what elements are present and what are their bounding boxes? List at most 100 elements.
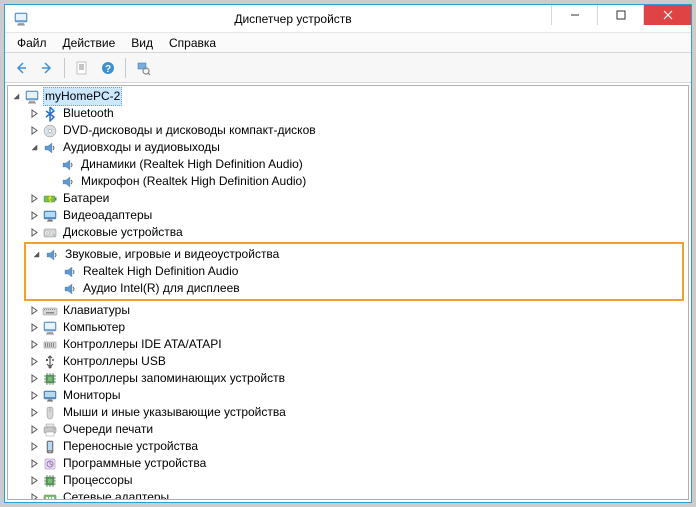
expander-closed-icon[interactable] (28, 407, 40, 419)
expander-closed-icon[interactable] (28, 373, 40, 385)
speaker-icon (44, 247, 60, 263)
speaker-icon (42, 140, 58, 156)
tree-item-mice[interactable]: Мыши и иные указывающие устройства (8, 404, 688, 421)
maximize-button[interactable] (597, 5, 643, 25)
tree-item-storage-controllers[interactable]: Контроллеры запоминающих устройств (8, 370, 688, 387)
chip-icon (42, 473, 58, 489)
menubar: Файл Действие Вид Справка (5, 33, 691, 53)
item-label: Контроллеры USB (61, 353, 168, 370)
expander-closed-icon[interactable] (28, 390, 40, 402)
item-label: Компьютер (61, 319, 127, 336)
item-label: Сетевые адаптеры (61, 489, 171, 500)
item-label: Очереди печати (61, 421, 155, 438)
usb-icon (42, 354, 58, 370)
separator (125, 58, 126, 78)
item-label: Аудиовходы и аудиовыходы (61, 139, 222, 156)
bluetooth-icon (42, 106, 58, 122)
expander-open-icon[interactable] (30, 249, 42, 261)
forward-button[interactable] (35, 56, 59, 80)
tree-item-microphone[interactable]: Микрофон (Realtek High Definition Audio) (8, 173, 688, 190)
help-button[interactable] (96, 56, 120, 80)
display-icon (42, 208, 58, 224)
menu-action[interactable]: Действие (55, 34, 124, 52)
expander-closed-icon[interactable] (28, 125, 40, 137)
tree-root[interactable]: myHomePC-2 (8, 88, 688, 105)
back-button[interactable] (9, 56, 33, 80)
tree-item-software-devices[interactable]: Программные устройства (8, 455, 688, 472)
item-label: Аудио Intel(R) для дисплеев (81, 280, 242, 297)
tree-item-network-adapters[interactable]: Сетевые адаптеры (8, 489, 688, 500)
tree-item-disk-drives[interactable]: Дисковые устройства (8, 224, 688, 241)
device-tree[interactable]: myHomePC-2 Bluetooth DVD-дисководы и дис… (7, 85, 689, 500)
speaker-icon (60, 157, 76, 173)
ide-icon (42, 337, 58, 353)
item-label: Программные устройства (61, 455, 208, 472)
tree-item-speakers[interactable]: Динамики (Realtek High Definition Audio) (8, 156, 688, 173)
item-label: Мыши и иные указывающие устройства (61, 404, 288, 421)
item-label: Видеоадаптеры (61, 207, 154, 224)
expander-closed-icon[interactable] (28, 305, 40, 317)
tree-item-portable-devices[interactable]: Переносные устройства (8, 438, 688, 455)
tree-item-batteries[interactable]: Батареи (8, 190, 688, 207)
scan-hardware-button[interactable] (131, 56, 155, 80)
expander-open-icon[interactable] (28, 142, 40, 154)
tree-item-dvd[interactable]: DVD-дисководы и дисководы компакт-дисков (8, 122, 688, 139)
expander-closed-icon[interactable] (28, 339, 40, 351)
expander-closed-icon[interactable] (28, 441, 40, 453)
expander-closed-icon[interactable] (28, 458, 40, 470)
tree-item-video-adapters[interactable]: Видеоадаптеры (8, 207, 688, 224)
titlebar[interactable]: Диспетчер устройств (5, 5, 691, 33)
tree-item-audio-io[interactable]: Аудиовходы и аудиовыходы (8, 139, 688, 156)
item-label: Микрофон (Realtek High Definition Audio) (79, 173, 308, 190)
close-button[interactable] (643, 5, 691, 25)
tree-item-ide-controllers[interactable]: Контроллеры IDE ATA/ATAPI (8, 336, 688, 353)
menu-view[interactable]: Вид (123, 34, 161, 52)
software-icon (42, 456, 58, 472)
root-label[interactable]: myHomePC-2 (43, 87, 122, 106)
item-label: Контроллеры IDE ATA/ATAPI (61, 336, 224, 353)
printer-icon (42, 422, 58, 438)
tree-item-usb-controllers[interactable]: Контроллеры USB (8, 353, 688, 370)
tree-item-intel-display-audio[interactable]: Аудио Intel(R) для дисплеев (26, 280, 682, 297)
expander-closed-icon[interactable] (28, 356, 40, 368)
highlighted-section: Звуковые, игровые и видеоустройства Real… (24, 242, 684, 301)
expander-closed-icon[interactable] (28, 424, 40, 436)
tree-item-processors[interactable]: Процессоры (8, 472, 688, 489)
expander-closed-icon[interactable] (28, 108, 40, 120)
app-icon (13, 11, 29, 27)
item-label: Батареи (61, 190, 111, 207)
expander-closed-icon[interactable] (28, 492, 40, 501)
item-label: Дисковые устройства (61, 224, 185, 241)
computer-icon (42, 320, 58, 336)
menu-file[interactable]: Файл (9, 34, 55, 52)
disk-icon (42, 225, 58, 241)
disc-icon (42, 123, 58, 139)
tree-item-monitors[interactable]: Мониторы (8, 387, 688, 404)
device-manager-window: Диспетчер устройств Файл Действие Вид Сп… (4, 4, 692, 503)
tree-item-keyboards[interactable]: Клавиатуры (8, 302, 688, 319)
item-label: Контроллеры запоминающих устройств (61, 370, 287, 387)
tree-item-computer[interactable]: Компьютер (8, 319, 688, 336)
keyboard-icon (42, 303, 58, 319)
item-label: Bluetooth (61, 105, 116, 122)
properties-button[interactable] (70, 56, 94, 80)
tree-item-realtek-hd[interactable]: Realtek High Definition Audio (26, 263, 682, 280)
expander-closed-icon[interactable] (28, 210, 40, 222)
item-label: DVD-дисководы и дисководы компакт-дисков (61, 122, 318, 139)
expander-closed-icon[interactable] (28, 475, 40, 487)
menu-help[interactable]: Справка (161, 34, 224, 52)
expander-closed-icon[interactable] (28, 322, 40, 334)
tree-item-print-queues[interactable]: Очереди печати (8, 421, 688, 438)
minimize-button[interactable] (551, 5, 597, 25)
tree-item-bluetooth[interactable]: Bluetooth (8, 105, 688, 122)
display-icon (42, 388, 58, 404)
expander-open-icon[interactable] (10, 91, 22, 103)
item-label: Переносные устройства (61, 438, 200, 455)
network-icon (42, 490, 58, 501)
expander-closed-icon[interactable] (28, 193, 40, 205)
mouse-icon (42, 405, 58, 421)
tree-item-sound-game-video[interactable]: Звуковые, игровые и видеоустройства (26, 246, 682, 263)
item-label: Динамики (Realtek High Definition Audio) (79, 156, 305, 173)
battery-icon (42, 191, 58, 207)
expander-closed-icon[interactable] (28, 227, 40, 239)
